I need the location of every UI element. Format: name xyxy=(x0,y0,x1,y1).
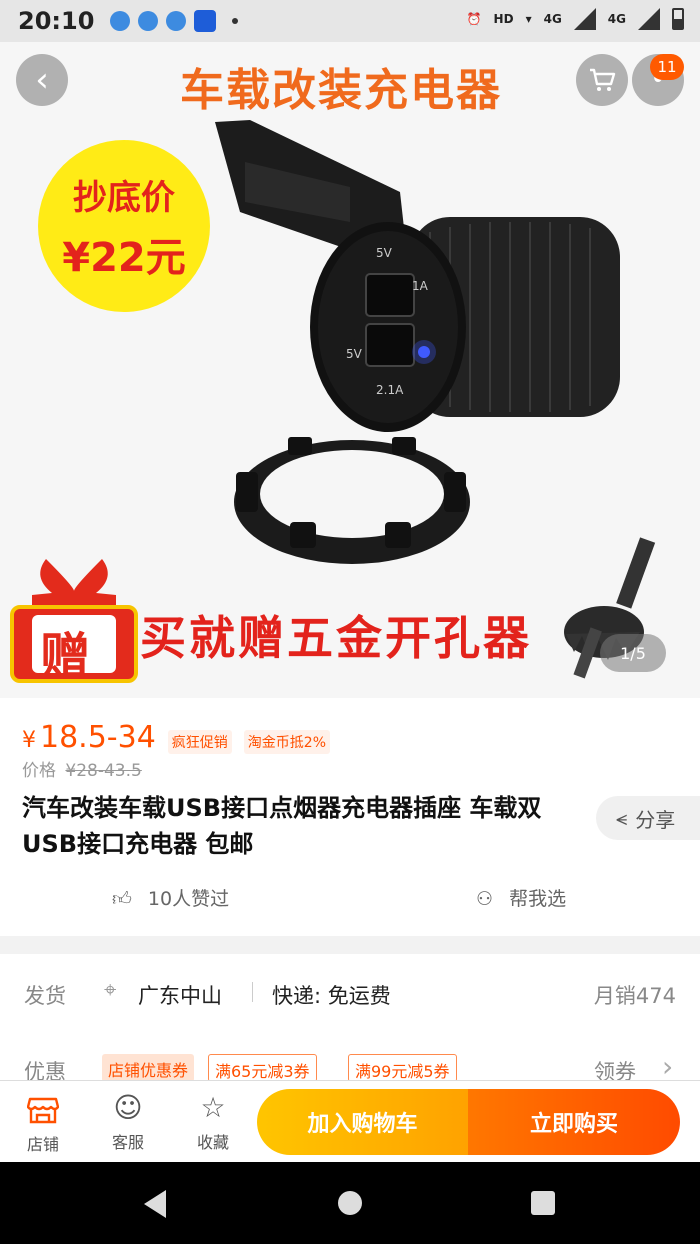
product-summary: ¥ 18.5-34 疯狂促销 淘金币抵2% 价格 ¥28-43.5 汽车改装车载… xyxy=(0,698,700,936)
original-price: 价格 ¥28-43.5 xyxy=(22,756,142,781)
product-image-carousel[interactable]: 车载改装充电器 ‹ • 11 抄底价 ¥22元 5V 1A 5V 2.1A 赠 … xyxy=(0,42,700,698)
shipping-location: 广东中山 xyxy=(138,984,222,1008)
original-price-value: ¥28-43.5 xyxy=(65,761,142,781)
coupon-tag[interactable]: 满65元减3券 xyxy=(208,1054,317,1082)
notification-icon xyxy=(110,11,131,31)
hd-icon: HD xyxy=(493,12,514,26)
original-price-label: 价格 xyxy=(22,761,56,781)
help-choose-button[interactable]: ⚇ 帮我选 xyxy=(476,884,566,911)
chevron-right-icon: › xyxy=(662,1050,674,1083)
promo-tag: 疯狂促销 xyxy=(167,730,232,754)
shop-icon xyxy=(27,1097,59,1124)
wifi-icon: ▾ xyxy=(525,12,532,26)
signal-icon xyxy=(573,8,596,30)
currency-symbol: ¥ xyxy=(22,728,36,753)
favorite-button[interactable]: ☆ 收藏 xyxy=(183,1091,243,1153)
share-icon: ⪪ xyxy=(616,806,628,830)
add-to-cart-button[interactable]: 加入购物车 xyxy=(257,1089,468,1155)
price-row: ¥ 18.5-34 疯狂促销 淘金币抵2% xyxy=(22,720,331,755)
more-notifications-icon xyxy=(232,18,239,24)
alarm-icon: ⏰ xyxy=(466,12,482,26)
nav-home-icon[interactable] xyxy=(338,1191,362,1215)
system-nav-bar xyxy=(0,1162,700,1244)
share-label: 分享 xyxy=(635,807,676,832)
battery-icon xyxy=(672,8,684,30)
help-choose-label: 帮我选 xyxy=(509,888,567,910)
likes-button[interactable]: 👍︎ 10人赞过 xyxy=(112,884,229,911)
status-bar: 20:10 ⏰ HD ▾ 4G 4G xyxy=(0,0,700,42)
star-icon: ☆ xyxy=(200,1091,226,1124)
usb-label: 2.1A xyxy=(376,383,404,397)
usb-label: 5V xyxy=(376,246,393,260)
location-icon: ⌖ xyxy=(104,978,117,1003)
price-range: 18.5-34 xyxy=(40,720,156,755)
nav-back-icon[interactable] xyxy=(144,1190,166,1218)
service-label: 客服 xyxy=(111,1133,144,1152)
gift-char: 赠 xyxy=(40,628,90,686)
status-time: 20:10 xyxy=(18,7,95,35)
usb-label: 5V xyxy=(346,347,363,361)
action-bar: 店铺 ☺ 客服 ☆ 收藏 加入购物车 立即购买 xyxy=(0,1080,700,1162)
coupon-tag[interactable]: 店铺优惠券 xyxy=(102,1054,195,1082)
shop-label: 店铺 xyxy=(26,1135,59,1154)
people-icon: ⚇ xyxy=(476,888,494,910)
thumbs-up-icon: 👍︎ xyxy=(112,888,132,910)
product-title: 汽车改装车载USB接口点烟器充电器插座 车载双USB接口充电器 包邮 xyxy=(22,794,542,858)
gift-text: 买就赠五金开孔器 xyxy=(140,611,532,665)
social-row: 👍︎ 10人赞过 ⚇ 帮我选 xyxy=(0,884,700,914)
share-button[interactable]: ⪪ 分享 xyxy=(596,796,700,840)
shipping-row: 发货 ⌖ 广东中山 快递: 免运费 月销474 xyxy=(0,954,700,1032)
usb-label: 1A xyxy=(412,279,429,293)
coupon-tag[interactable]: 满99元减5券 xyxy=(348,1054,457,1082)
shipping-fee: 快递: 免运费 xyxy=(272,984,391,1008)
image-counter: 1/5 xyxy=(600,634,666,672)
service-icon: ☺ xyxy=(113,1091,143,1124)
favorite-label: 收藏 xyxy=(196,1133,229,1152)
section-divider xyxy=(0,936,700,954)
promo-tag: 淘金币抵2% xyxy=(243,730,331,754)
likes-count: 10人赞过 xyxy=(147,888,230,910)
monthly-sales: 月销474 xyxy=(593,984,676,1008)
nav-recents-icon[interactable] xyxy=(531,1191,555,1215)
notification-icon xyxy=(138,11,159,31)
buy-now-button[interactable]: 立即购买 xyxy=(468,1089,680,1155)
status-icons: ⏰ HD ▾ 4G 4G xyxy=(467,8,684,30)
shipping-label: 发货 xyxy=(24,984,66,1008)
signal-icon xyxy=(638,8,660,30)
shop-button[interactable]: 店铺 xyxy=(13,1091,73,1155)
network-label: 4G xyxy=(607,12,626,26)
app-notification-icon xyxy=(194,10,217,32)
notification-icon xyxy=(166,11,187,31)
service-button[interactable]: ☺ 客服 xyxy=(98,1091,158,1153)
network-label: 4G xyxy=(543,12,562,26)
app-root: 20:10 ⏰ HD ▾ 4G 4G 车载改装充电器 ‹ • 11 抄底价 ¥2… xyxy=(0,0,700,1244)
divider xyxy=(252,982,253,1002)
